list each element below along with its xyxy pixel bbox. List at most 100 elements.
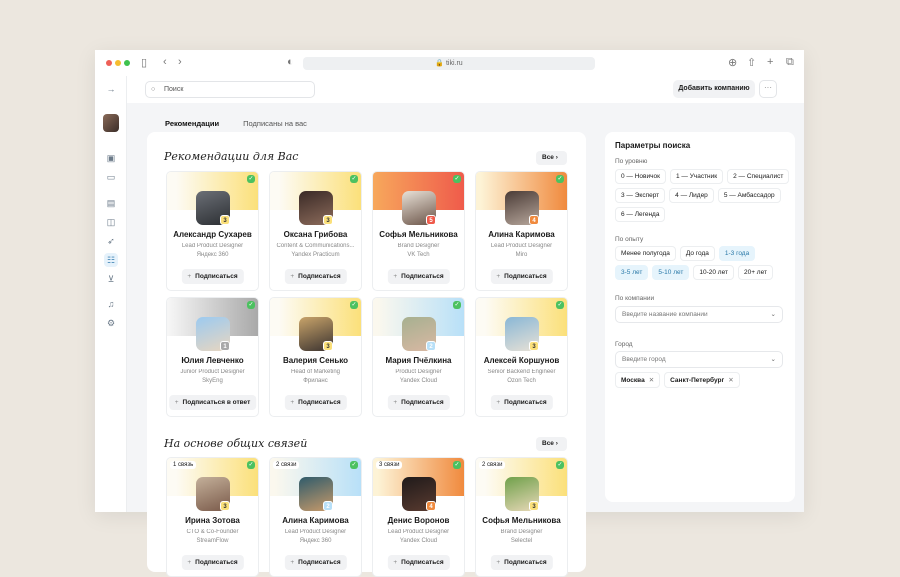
subscribe-button[interactable]: + Подписаться — [284, 269, 347, 284]
person-card[interactable]: ✓ 1 Юлия Левченко Junior Product Designer Sk… — [166, 297, 259, 417]
section-title: На основе общих связей — [164, 437, 308, 450]
tabs-overview-icon[interactable]: ⧉ — [786, 56, 794, 69]
subscribe-label: Подписаться — [504, 273, 547, 280]
city-tag: Санкт-Петербург ✕ — [664, 372, 740, 388]
city-select[interactable]: Введите город ⌄ — [615, 351, 783, 368]
remove-icon[interactable]: ✕ — [649, 377, 654, 384]
company-label: По компании — [615, 295, 655, 302]
user-avatar[interactable] — [103, 114, 119, 132]
person-card[interactable]: ✓ 2 Мария Пчёлкина Product Designer Yandex C… — [372, 297, 465, 417]
maximize-window-button[interactable] — [124, 60, 130, 66]
experience-chip[interactable]: 1-3 года — [718, 246, 756, 261]
level-badge: 2 — [323, 501, 333, 511]
settings-icon[interactable]: ⚙ — [104, 316, 118, 330]
experience-chip[interactable]: 20+ лет — [737, 265, 773, 280]
person-role: Junior Product Designer — [180, 369, 245, 375]
experience-chip[interactable]: 5-10 лет — [652, 265, 690, 280]
person-name: Ирина Зотова — [185, 516, 240, 525]
person-card[interactable]: ✓ 3 Александр Сухарев Lead Product Designer… — [166, 171, 259, 291]
person-company: Ozon Tech — [507, 378, 536, 384]
level-badge: 3 — [220, 501, 230, 511]
level-chip[interactable]: 4 — Лидер — [669, 188, 714, 203]
ticket-icon[interactable]: ▤ — [104, 196, 118, 210]
subscribe-button[interactable]: + Подписаться — [181, 269, 244, 284]
person-card[interactable]: ✓ 3 связи 4 Денис Воронов Lead Product Desig… — [372, 457, 465, 577]
see-all-button[interactable]: Все › — [536, 437, 567, 451]
experience-chip[interactable]: 3-5 лет — [615, 265, 649, 280]
add-company-button[interactable]: Добавить компанию — [673, 80, 755, 98]
subscribe-button[interactable]: + Подписаться — [490, 269, 553, 284]
city-tags: Москва ✕ Санкт-Петербург ✕ — [615, 372, 790, 388]
person-company: Яндекс 360 — [299, 538, 332, 544]
person-card[interactable]: ✓ 2 связи 3 Софья Мельникова Brand Designer S… — [475, 457, 568, 577]
verified-check-icon: ✓ — [453, 175, 461, 183]
collapse-arrow-icon[interactable]: → — [104, 82, 118, 96]
city-tag: Москва ✕ — [615, 372, 661, 388]
see-all-label: Все — [542, 154, 554, 161]
subscribe-label: Подписаться — [504, 399, 547, 406]
plus-icon: + — [290, 399, 295, 406]
search-input[interactable]: ○ Поиск — [145, 81, 315, 98]
level-badge: 1 — [220, 341, 230, 351]
forward-icon[interactable]: › — [178, 56, 182, 68]
plus-icon: + — [496, 399, 501, 406]
person-company: VK Tech — [407, 252, 430, 258]
experience-chip[interactable]: 10-20 лет — [693, 265, 734, 280]
level-chip[interactable]: 6 — Легенда — [615, 207, 666, 222]
new-tab-icon[interactable]: + — [767, 56, 773, 68]
person-card[interactable]: ✓ 5 Софья Мельникова Brand Designer VK Tech +… — [372, 171, 465, 291]
download-icon[interactable]: ⊕ — [728, 56, 737, 69]
person-name: Юлия Левченко — [181, 356, 244, 365]
subscribe-button[interactable]: + Подписаться — [284, 395, 347, 410]
shield-icon[interactable]: ◐ — [287, 56, 294, 68]
browser-titlebar: ▯ ‹ › ◐ 🔒 tiki.ru ⊕ ⇧ + ⧉ — [95, 50, 804, 76]
person-card[interactable]: ✓ 4 Алина Каримова Lead Product Designer Mir… — [475, 171, 568, 291]
level-badge: 3 — [220, 215, 230, 225]
connections-badge: 2 связи — [273, 461, 300, 469]
gallery-icon[interactable]: ▣ — [104, 151, 118, 165]
person-card[interactable]: ✓ 2 связи 2 Алина Каримова Lead Product Desi… — [269, 457, 362, 577]
subscribe-button[interactable]: + Подписаться — [387, 269, 450, 284]
folder-icon[interactable]: ▭ — [104, 170, 118, 184]
company-select[interactable]: Введите название компании ⌄ — [615, 306, 783, 323]
level-chip[interactable]: 2 — Специалист — [727, 169, 790, 184]
inbox-icon[interactable]: ⊻ — [104, 272, 118, 286]
verified-check-icon: ✓ — [247, 301, 255, 309]
minimize-window-button[interactable] — [115, 60, 121, 66]
person-card[interactable]: ✓ 1 связь 3 Ирина Зотова CTO & Co-Founder Str… — [166, 457, 259, 577]
people-icon[interactable]: ☷ — [104, 253, 118, 267]
level-label: По уровню — [615, 158, 648, 165]
experience-chip[interactable]: Менее полугода — [615, 246, 676, 261]
level-chip[interactable]: 3 — Эксперт — [615, 188, 666, 203]
back-icon[interactable]: ‹ — [163, 56, 167, 68]
person-role: Lead Product Designer — [284, 529, 347, 535]
rocket-icon[interactable]: ➶ — [104, 234, 118, 248]
experience-chip[interactable]: До года — [679, 246, 715, 261]
experience-chips: Менее полугода До года 1-3 года 3-5 лет 5-10… — [615, 246, 790, 280]
level-badge: 4 — [426, 501, 436, 511]
remove-icon[interactable]: ✕ — [728, 377, 733, 384]
bell-icon[interactable]: ♫ — [104, 297, 118, 311]
city-placeholder: Введите город — [622, 356, 666, 363]
level-chip[interactable]: 5 — Амбассадор — [717, 188, 781, 203]
person-name: Софья Мельникова — [379, 230, 458, 239]
plus-icon: + — [393, 399, 398, 406]
close-window-button[interactable] — [106, 60, 112, 66]
sidebar-toggle-icon[interactable]: ▯ — [141, 56, 147, 69]
level-badge: 2 — [426, 341, 436, 351]
briefcase-icon[interactable]: ◫ — [104, 215, 118, 229]
level-chip[interactable]: 1 — Участник — [669, 169, 724, 184]
person-card[interactable]: ✓ 3 Алексей Коршунов Senior Backend Enginee… — [475, 297, 568, 417]
person-card[interactable]: ✓ 3 Оксана Грибова Content & Communications… — [269, 171, 362, 291]
person-card[interactable]: ✓ 3 Валерия Сенько Head of Marketing Фриланс… — [269, 297, 362, 417]
subscribe-button[interactable]: + Подписаться в ответ — [168, 395, 257, 410]
more-button[interactable]: ··· — [759, 80, 777, 98]
subscribe-button[interactable]: + Подписаться — [490, 395, 553, 410]
address-bar[interactable]: 🔒 tiki.ru — [303, 57, 595, 70]
chevron-down-icon: ⌄ — [770, 311, 776, 318]
subscribe-button[interactable]: + Подписаться — [387, 395, 450, 410]
see-all-button[interactable]: Все › — [536, 151, 567, 165]
level-badge: 3 — [323, 341, 333, 351]
share-icon[interactable]: ⇧ — [747, 56, 756, 69]
level-chip[interactable]: 0 — Новичок — [615, 169, 666, 184]
